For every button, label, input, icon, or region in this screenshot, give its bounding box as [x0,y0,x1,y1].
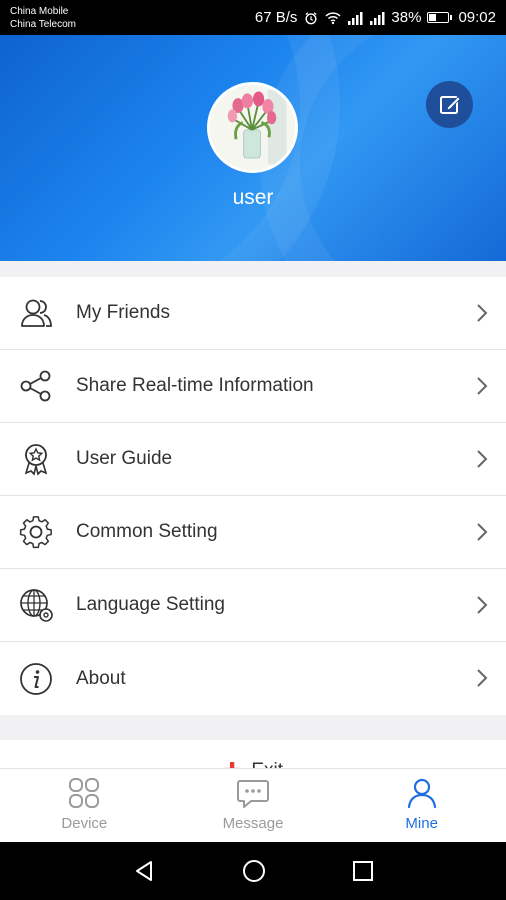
share-icon [18,368,54,404]
tab-device[interactable]: Device [0,769,169,842]
menu-item-common-setting[interactable]: Common Setting [0,496,506,569]
chevron-right-icon [477,450,488,468]
carrier-info: China Mobile China Telecom [10,5,76,31]
settings-menu: My Friends Share Real-time Information U… [0,277,506,715]
back-icon[interactable] [132,859,156,883]
chat-icon [237,780,269,808]
status-bar: China Mobile China Telecom 67 B/s 38% 09… [0,0,506,35]
signal-icon-2 [370,11,385,25]
avatar-flowers-image [210,85,295,170]
tab-label: Mine [405,815,438,832]
avatar[interactable] [207,82,298,173]
menu-item-my-friends[interactable]: My Friends [0,277,506,350]
alarm-icon [305,11,318,24]
status-right: 67 B/s 38% 09:02 [255,9,496,26]
edit-icon [439,95,461,114]
menu-item-user-guide[interactable]: User Guide [0,423,506,496]
edit-profile-button[interactable] [426,81,473,128]
battery-icon [427,12,453,23]
chevron-right-icon [477,377,488,395]
carrier-2: China Telecom [10,18,76,30]
wifi-icon [325,11,341,24]
home-icon[interactable] [241,858,267,884]
chevron-right-icon [477,596,488,614]
battery-percent: 38% [391,9,422,26]
exit-button[interactable]: ✚ Exit [0,740,506,770]
award-icon [18,441,54,477]
chevron-right-icon [477,523,488,541]
friends-icon [18,295,54,331]
system-navigation-bar [0,842,506,900]
menu-item-share-real-time-information[interactable]: Share Real-time Information [0,350,506,423]
menu-item-label: My Friends [76,302,170,323]
chevron-right-icon [477,304,488,322]
net-speed: 67 B/s [254,9,298,26]
header-decoration [260,35,506,261]
info-icon [18,661,54,697]
recents-icon[interactable] [352,860,374,882]
grid-icon [69,778,100,808]
clock: 09:02 [458,9,496,26]
carrier-1: China Mobile [10,5,69,17]
menu-item-about[interactable]: About [0,642,506,715]
globe-gear-icon [18,587,54,623]
menu-item-label: Common Setting [76,521,218,542]
menu-item-label: Language Setting [76,594,225,615]
username: user [232,186,274,209]
signal-icon [348,11,363,25]
gear-icon [18,514,54,550]
tab-label: Device [61,815,108,832]
tab-message[interactable]: Message [169,769,338,842]
chevron-right-icon [477,669,488,687]
menu-item-label: User Guide [76,448,173,469]
profile-header: user [0,35,506,261]
bottom-tab-bar: Device Message Mine [0,768,506,842]
menu-item-language-setting[interactable]: Language Setting [0,569,506,642]
person-icon [407,778,436,809]
menu-item-label: About [76,667,126,689]
tab-mine[interactable]: Mine [337,769,506,842]
tab-label: Message [222,815,284,832]
menu-item-label: Share Real-time Information [76,375,314,396]
